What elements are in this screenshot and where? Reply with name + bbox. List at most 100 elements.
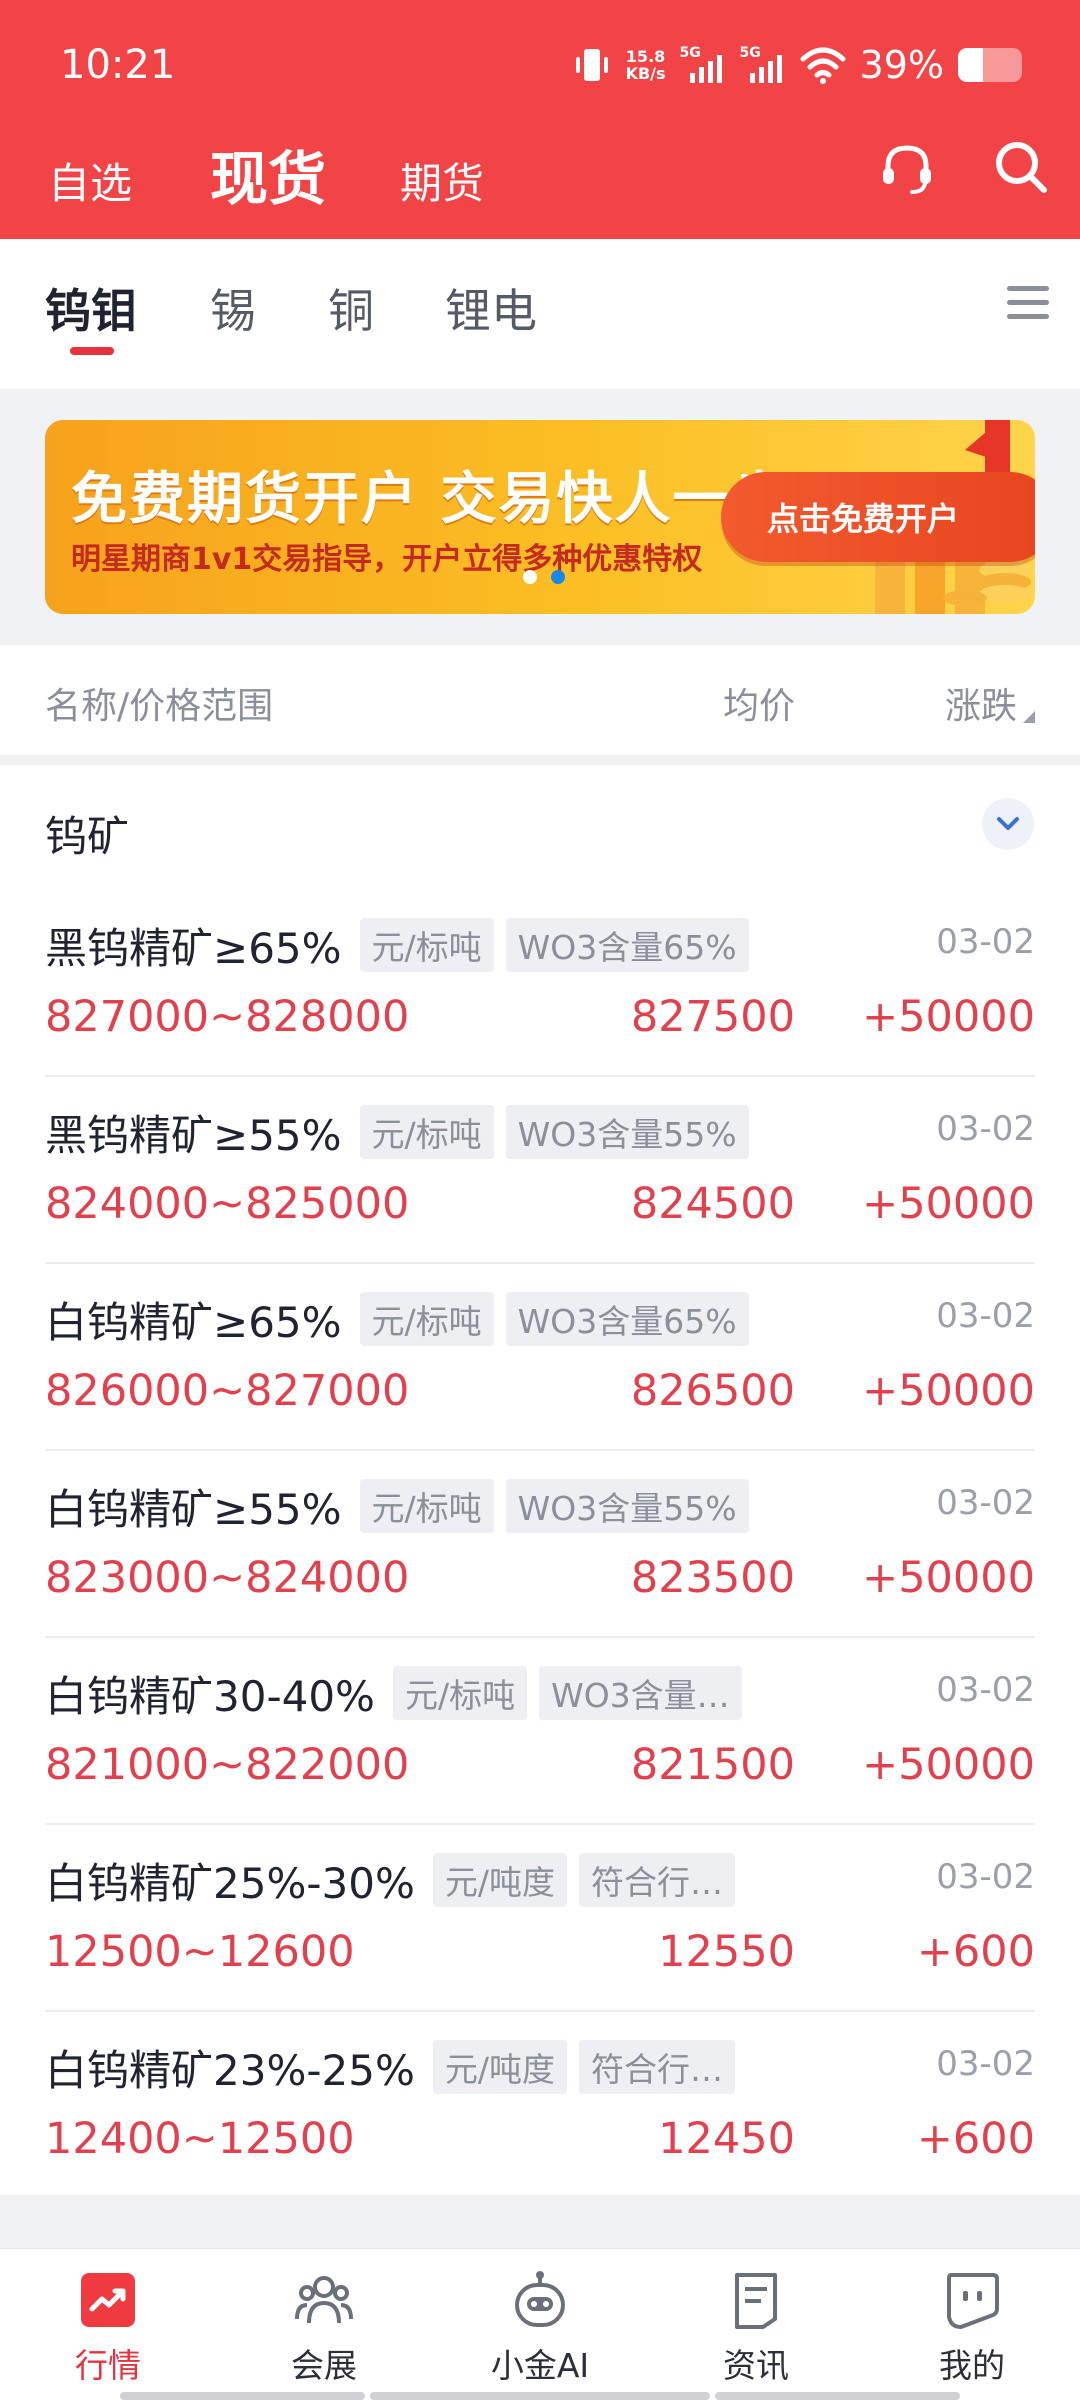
tab-futures[interactable]: 期货 [400, 150, 484, 211]
signal-icon [689, 55, 722, 83]
product-name: 白钨精矿23%-25% [45, 2045, 415, 2095]
tab-tungsten-molybdenum[interactable]: 钨钼 [45, 275, 137, 341]
price-range: 826000~827000 [45, 1366, 410, 1416]
row-title-line: 白钨精矿≥55% 元/标吨 WO3含量55% [45, 1479, 761, 1534]
column-avg-price: 均价 [722, 686, 795, 727]
product-name: 白钨精矿30-40% [45, 1671, 375, 1721]
nav-profile[interactable]: 我的 [892, 2269, 1052, 2387]
spec-tag: WO3含量55% [505, 1479, 749, 1533]
price-range: 824000~825000 [45, 1179, 410, 1229]
average-price: 12550 [658, 1927, 795, 1977]
average-price: 826500 [630, 1366, 795, 1416]
table-row[interactable]: 白钨精矿30-40% 元/标吨 WO3含量… 03-02 821000~822000 82… [0, 1638, 1080, 1825]
banner-title: 免费期货开户 交易快人一步 [71, 467, 789, 532]
chevron-down-icon [997, 817, 1019, 830]
document-icon [735, 2273, 777, 2329]
market-type-tabs: 自选 现货 期货 [0, 120, 1080, 220]
tab-lithium[interactable]: 锂电 [445, 275, 537, 341]
nav-ai-assistant[interactable]: 小金AI [460, 2269, 620, 2387]
headset-icon[interactable] [876, 138, 938, 200]
row-title-line: 白钨精矿≥65% 元/标吨 WO3含量65% [45, 1292, 761, 1347]
battery-fill [958, 48, 983, 82]
promo-banner[interactable]: 免费期货开户 交易快人一步 明星期商1v1交易指导，开户立得多种优惠特权 点击免… [45, 420, 1035, 614]
app-header: 10:21 15.8 KB/s 5G 5G 39% 自选 现货 期货 [0, 0, 1080, 239]
vibrate-icon [575, 49, 608, 81]
spec-tag: WO3含量65% [505, 918, 749, 972]
tab-copper[interactable]: 铜 [328, 275, 374, 341]
nav-news[interactable]: 资讯 [676, 2269, 836, 2387]
column-change-sort[interactable]: 涨跌 [945, 677, 1035, 729]
carousel-indicator [523, 570, 565, 584]
unit-tag: 元/标吨 [359, 1292, 494, 1346]
average-price: 823500 [630, 1553, 795, 1603]
price-change: +50000 [862, 1179, 1035, 1229]
price-date: 03-02 [936, 922, 1035, 962]
table-row[interactable]: 白钨精矿23%-25% 元/吨度 符合行… 03-02 12400~12500 12450… [0, 2012, 1080, 2199]
spec-tag: 符合行… [578, 1853, 735, 1907]
price-date: 03-02 [936, 1483, 1035, 1523]
gesture-segment [715, 2392, 960, 2400]
net-speed-unit: KB/s [625, 64, 666, 83]
average-price: 821500 [630, 1740, 795, 1790]
table-row[interactable]: 白钨精矿≥55% 元/标吨 WO3含量55% 03-02 823000~824000 82… [0, 1451, 1080, 1638]
spec-tag: 符合行… [578, 2040, 735, 2094]
spec-tag: WO3含量55% [505, 1105, 749, 1159]
category-tabs: 钨钼 锡 铜 锂电 [0, 239, 1080, 389]
chart-icon [81, 2273, 135, 2327]
table-row[interactable]: 白钨精矿25%-30% 元/吨度 符合行… 03-02 12500~12600 12550… [0, 1825, 1080, 2012]
price-date: 03-02 [936, 1670, 1035, 1710]
wifi-icon [800, 47, 846, 84]
unit-tag: 元/吨度 [432, 1853, 567, 1907]
unit-tag: 元/标吨 [359, 1479, 494, 1533]
price-range: 12500~12600 [45, 1927, 355, 1977]
carousel-dot [523, 570, 537, 584]
nav-exhibition[interactable]: 会展 [244, 2269, 404, 2387]
price-change: +600 [916, 1927, 1035, 1977]
tab-tin[interactable]: 锡 [210, 275, 256, 341]
bottom-navigation: 行情 会展 小金AI 资讯 我的 [0, 2248, 1080, 2400]
robot-icon [515, 2271, 565, 2327]
average-price: 824500 [630, 1179, 795, 1229]
price-range: 12400~12500 [45, 2114, 355, 2164]
price-change: +50000 [862, 1366, 1035, 1416]
collapse-button[interactable] [982, 798, 1034, 850]
status-icons: 15.8 KB/s 5G 5G 39% [572, 42, 1022, 88]
network-speed: 15.8 KB/s [626, 48, 666, 82]
sort-triangle-icon [1023, 711, 1035, 723]
spec-tag: WO3含量… [539, 1666, 742, 1720]
price-change: +600 [916, 2114, 1035, 2164]
menu-icon[interactable] [1005, 283, 1051, 323]
nav-label: 我的 [939, 2346, 1005, 2385]
average-price: 12450 [658, 2114, 795, 2164]
column-name-range: 名称/价格范围 [45, 686, 274, 727]
row-title-line: 白钨精矿23%-25% 元/吨度 符合行… [45, 2040, 747, 2095]
product-name: 黑钨精矿≥55% [45, 1110, 342, 1160]
signal-sim1: 5G [680, 45, 726, 85]
price-date: 03-02 [936, 1296, 1035, 1336]
group-title: 钨矿 [45, 812, 130, 861]
price-change: +50000 [862, 1553, 1035, 1603]
column-header: 名称/价格范围 均价 涨跌 [0, 645, 1080, 755]
search-icon[interactable] [990, 136, 1052, 198]
open-account-button[interactable]: 点击免费开户 [721, 472, 1035, 562]
price-change: +50000 [862, 992, 1035, 1042]
tab-watchlist[interactable]: 自选 [48, 150, 132, 211]
status-bar: 10:21 15.8 KB/s 5G 5G 39% [0, 0, 1080, 130]
group-header[interactable]: 钨矿 [0, 765, 1080, 890]
nav-market[interactable]: 行情 [28, 2269, 188, 2387]
price-date: 03-02 [936, 1109, 1035, 1149]
nav-label: 小金AI [490, 2346, 590, 2385]
nav-label: 会展 [291, 2346, 357, 2385]
tab-spot[interactable]: 现货 [210, 132, 326, 216]
table-row[interactable]: 黑钨精矿≥65% 元/标吨 WO3含量65% 03-02 827000~828000 82… [0, 890, 1080, 1077]
product-name: 黑钨精矿≥65% [45, 923, 342, 973]
table-row[interactable]: 黑钨精矿≥55% 元/标吨 WO3含量55% 03-02 824000~825000 82… [0, 1077, 1080, 1264]
row-title-line: 黑钨精矿≥55% 元/标吨 WO3含量55% [45, 1105, 761, 1160]
price-date: 03-02 [936, 1857, 1035, 1897]
spec-tag: WO3含量65% [505, 1292, 749, 1346]
battery-icon [958, 48, 1022, 82]
net-speed-value: 15.8 [625, 47, 666, 66]
product-name: 白钨精矿25%-30% [45, 1858, 415, 1908]
table-row[interactable]: 白钨精矿≥65% 元/标吨 WO3含量65% 03-02 826000~827000 82… [0, 1264, 1080, 1451]
gesture-segment [370, 2392, 710, 2400]
